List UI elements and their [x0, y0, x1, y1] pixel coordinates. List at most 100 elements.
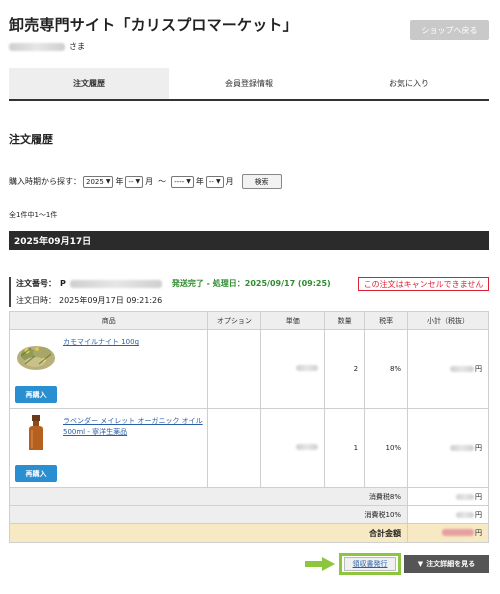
triangle-down-icon: ▼ [417, 560, 424, 568]
rebuy-button[interactable]: 再購入 [15, 465, 57, 482]
redacted-price [296, 444, 319, 450]
month-from-value: -- [128, 177, 134, 186]
user-greeting: さま [9, 41, 85, 52]
tab-member-info[interactable]: 会員登録情報 [169, 68, 329, 99]
month-to-select[interactable]: -- ▼ [205, 175, 224, 188]
year-unit: 年 [115, 177, 124, 186]
total-label: 合計金額 [8, 523, 409, 543]
table-row: カモマイルナイト 100g 再購入 2 8% 円 [8, 329, 489, 409]
site-title: 卸売専門サイト「カリスプロマーケット」 [9, 16, 298, 34]
year-from-value: 2025 [86, 177, 104, 186]
product-cell: ラベンダー メイレット オーガニック オイル 500ml - 寧洋生薬品 再購入 [8, 408, 209, 488]
tab-order-history[interactable]: 注文履歴 [9, 68, 169, 99]
order-detail-label: 注文詳細を見る [426, 560, 476, 568]
header-tax-rate: 税率 [364, 311, 409, 330]
amber-bottle-icon[interactable] [15, 415, 57, 451]
tax-rate-cell: 8% [364, 329, 409, 409]
product-link[interactable]: ラベンダー メイレット オーガニック オイル 500ml - 寧洋生薬品 [63, 416, 203, 438]
user-suffix: さま [69, 42, 85, 51]
yen-suffix: 円 [475, 528, 482, 537]
dried-herb-icon[interactable] [15, 336, 57, 372]
unit-price-cell [260, 329, 326, 409]
receipt-highlight: 領収書発行 [339, 553, 401, 575]
option-cell [207, 408, 262, 488]
search-button[interactable]: 検索 [241, 174, 282, 189]
order-number-label: 注文番号： [16, 279, 56, 288]
tax8-row: 消費税8% 円 [8, 487, 489, 506]
redacted-subtotal [450, 445, 474, 451]
chevron-down-icon: ▼ [186, 178, 191, 185]
redacted-order-number [69, 279, 162, 288]
cancel-unavailable-notice: この注文はキャンセルできません [358, 277, 489, 291]
tax8-amount: 円 [456, 492, 482, 502]
header-option: オプション [207, 311, 262, 330]
product-link[interactable]: カモマイルナイト 100g [63, 337, 203, 348]
order-date-label: 注文日時： [16, 295, 56, 305]
total-value: 円 [407, 523, 489, 543]
header-unit-price: 単価 [260, 311, 326, 330]
total-row: 合計金額 円 [8, 523, 489, 543]
tax10-value: 円 [407, 505, 489, 524]
chevron-down-icon: ▼ [105, 178, 111, 185]
tax8-label: 消費税8% [8, 487, 409, 506]
quantity-cell: 1 [324, 408, 366, 488]
subtotal-value: 円 [450, 364, 482, 374]
subtotal-cell: 円 [407, 408, 489, 488]
rebuy-button[interactable]: 再購入 [15, 386, 57, 403]
arrow-right-icon [305, 557, 335, 571]
yen-suffix: 円 [475, 444, 482, 452]
quantity-cell: 2 [324, 329, 366, 409]
month-from-select[interactable]: -- ▼ [125, 175, 144, 188]
month-to-value: -- [208, 177, 214, 186]
header-quantity: 数量 [324, 311, 366, 330]
redacted-username [9, 42, 65, 51]
year-to-select[interactable]: ---- ▼ [171, 175, 194, 188]
redacted-price [296, 365, 319, 371]
header-subtotal: 小計（税抜） [407, 311, 489, 330]
order-items-table: 商品 オプション 単価 数量 税率 小計（税抜） カモマイルナイト 100g 再… [8, 311, 489, 543]
tax10-amount: 円 [456, 510, 482, 520]
order-date-header: 2025年09月17日 [9, 231, 489, 250]
redacted-subtotal [450, 366, 474, 372]
yen-suffix: 円 [475, 510, 482, 519]
redacted-tax8 [456, 493, 474, 500]
order-number-prefix: P [60, 279, 66, 288]
tax-rate-cell: 10% [364, 408, 409, 488]
tab-favorites[interactable]: お気に入り [329, 68, 489, 99]
chevron-down-icon: ▼ [135, 178, 141, 185]
total-amount: 円 [442, 528, 482, 538]
subtotal-value: 円 [450, 443, 482, 453]
yen-suffix: 円 [475, 365, 482, 373]
year-unit-to: 年 [195, 177, 204, 186]
redacted-total [442, 529, 474, 537]
range-separator: 〜 [158, 177, 167, 186]
header-product: 商品 [8, 311, 209, 330]
unit-price-cell [260, 408, 326, 488]
month-unit: 月 [145, 177, 154, 186]
result-count: 全1件中1〜1件 [9, 211, 58, 219]
issue-receipt-button[interactable]: 領収書発行 [344, 557, 396, 571]
shipping-status: 発送完了 - 処理日：2025/09/17 (09:25) [171, 279, 331, 288]
tax10-label: 消費税10% [8, 505, 409, 524]
date-search-form: 購入時期から探す： 2025 ▼ 年 -- ▼ 月 〜 ---- ▼ 年 -- ▼ 月 … [9, 174, 282, 189]
year-to-value: ---- [174, 177, 185, 186]
product-cell: カモマイルナイト 100g 再購入 [8, 329, 209, 409]
order-detail-button[interactable]: ▼ 注文詳細を見る [404, 555, 489, 573]
order-date-line: 注文日時： 2025年09月17日 09:21:26 [16, 293, 489, 307]
search-label: 購入時期から探す： [9, 177, 81, 186]
table-row: ラベンダー メイレット オーガニック オイル 500ml - 寧洋生薬品 再購入… [8, 408, 489, 488]
year-from-select[interactable]: 2025 ▼ [83, 175, 114, 188]
account-tabs: 注文履歴 会員登録情報 お気に入り [9, 68, 489, 101]
page-title: 注文履歴 [9, 133, 53, 146]
subtotal-cell: 円 [407, 329, 489, 409]
tax10-row: 消費税10% 円 [8, 505, 489, 524]
month-unit-to: 月 [225, 177, 234, 186]
redacted-tax10 [456, 511, 474, 518]
chevron-down-icon: ▼ [215, 178, 221, 185]
yen-suffix: 円 [475, 492, 482, 501]
table-header-row: 商品 オプション 単価 数量 税率 小計（税抜） [8, 311, 489, 330]
back-to-shop-button[interactable]: ショップへ戻る [410, 20, 489, 40]
option-cell [207, 329, 262, 409]
order-date-value: 2025年09月17日 09:21:26 [59, 295, 163, 305]
tax8-value: 円 [407, 487, 489, 506]
